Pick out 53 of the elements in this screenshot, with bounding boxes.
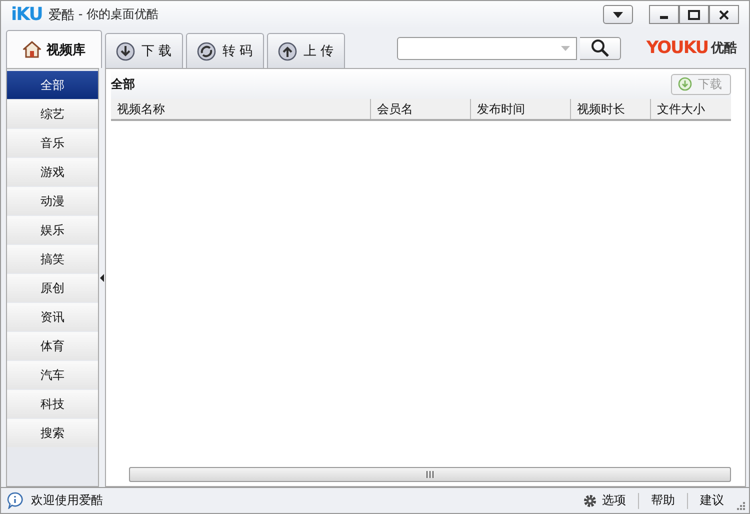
app-name: 爱酷 — [48, 6, 74, 24]
tab[interactable]: 上 传 — [267, 33, 345, 68]
category-item[interactable]: 资讯 — [7, 303, 98, 331]
column-header[interactable]: 会员名 — [371, 99, 471, 119]
home-icon — [22, 41, 40, 58]
window-subtitle: - 你的桌面优酷 — [78, 6, 159, 23]
tab[interactable]: 下 载 — [105, 33, 183, 68]
refresh-icon — [197, 42, 216, 60]
minimize-icon — [660, 16, 668, 18]
category-item[interactable]: 娱乐 — [7, 216, 98, 244]
download-icon — [678, 77, 692, 91]
panel-title: 全部 — [111, 76, 135, 92]
search-icon — [591, 39, 610, 57]
horizontal-scrollbar[interactable] — [129, 467, 731, 482]
close-icon — [719, 10, 729, 20]
resize-grip-icon — [736, 501, 745, 510]
status-link[interactable]: 选项 — [579, 492, 630, 509]
status-link[interactable]: 建议 — [696, 492, 728, 509]
collapse-arrow-icon — [100, 274, 104, 282]
brand-logo: YOUKU — [646, 38, 708, 58]
maximize-icon — [688, 10, 700, 20]
category-item[interactable]: 综艺 — [7, 100, 98, 128]
brand-name: 优酷 — [711, 40, 737, 57]
category-item[interactable]: 体育 — [7, 332, 98, 360]
category-item[interactable]: 原创 — [7, 274, 98, 302]
menu-dropdown-button[interactable] — [603, 5, 633, 24]
column-header[interactable]: 发布时间 — [471, 99, 571, 119]
column-header[interactable]: 视频时长 — [571, 99, 651, 119]
maximize-button[interactable] — [679, 5, 709, 24]
minimize-button[interactable] — [649, 5, 679, 24]
info-icon — [7, 492, 23, 509]
category-item[interactable]: 汽车 — [7, 361, 98, 389]
app-logo: iKU — [11, 4, 42, 25]
category-item[interactable]: 动漫 — [7, 187, 98, 215]
category-item[interactable]: 搜索 — [7, 419, 98, 447]
column-header[interactable]: 文件大小 — [651, 99, 731, 119]
search-field[interactable] — [397, 36, 578, 60]
tab[interactable]: 视频库 — [6, 30, 102, 68]
category-item[interactable]: 游戏 — [7, 158, 98, 186]
column-header[interactable]: 视频名称 — [111, 99, 371, 119]
category-item[interactable]: 搞笑 — [7, 245, 98, 273]
category-item[interactable]: 科技 — [7, 390, 98, 418]
close-button[interactable] — [709, 5, 739, 24]
category-item[interactable]: 音乐 — [7, 129, 98, 157]
tab[interactable]: 转 码 — [186, 33, 264, 68]
caret-icon — [612, 10, 624, 18]
status-link[interactable]: 帮助 — [647, 492, 679, 509]
caret-icon — [561, 46, 570, 50]
search-button[interactable] — [580, 36, 622, 60]
grip-icon — [426, 471, 434, 478]
status-message: 欢迎使用爱酷 — [31, 492, 103, 509]
gear-icon — [583, 494, 597, 508]
category-item[interactable]: 全部 — [7, 71, 98, 99]
